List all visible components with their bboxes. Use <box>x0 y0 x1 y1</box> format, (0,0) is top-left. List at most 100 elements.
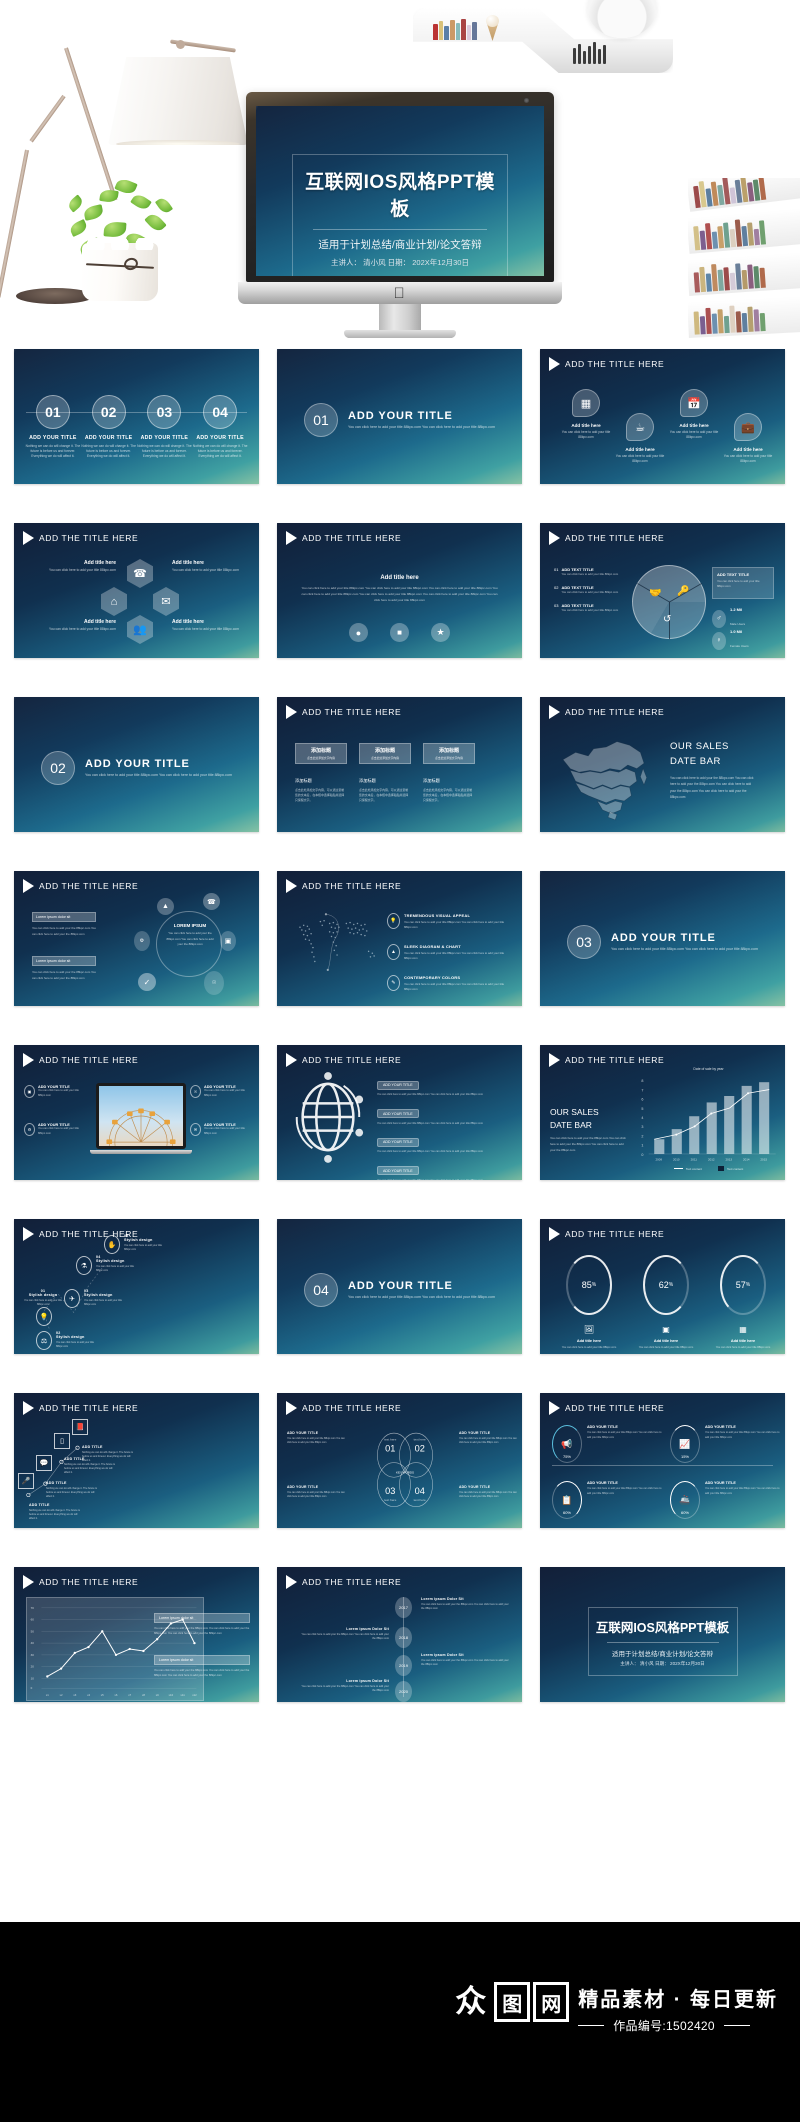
card-head: 添加标题 点击此处添加文字内容 <box>423 743 475 764</box>
slide-thumb-13[interactable]: ADD THE TITLE HERE ▣ ADD YOUR TITLE You … <box>10 1041 263 1184</box>
slide-thumb-8[interactable]: ADD THE TITLE HERE 添加标题 点击此处添加文字内容 添加标题 … <box>273 693 526 836</box>
card-title: 添加标题 <box>359 778 376 783</box>
slide-thumb-7[interactable]: 02 ADD YOUR TITLE You can click here to … <box>10 693 263 836</box>
pot-string <box>85 263 155 269</box>
hero-title: 互联网IOS风格PPT模板 <box>305 172 495 220</box>
section-text: You can click here to add your title 88k… <box>85 772 232 777</box>
slide-thumb-20[interactable]: ADD THE TITLE HERE 01 02 03 04 text here… <box>273 1389 526 1532</box>
step-item: 02 ADD YOUR TITLE Nothing we can do will… <box>81 395 137 459</box>
step-title: ADD YOUR TITLE <box>140 435 189 441</box>
drop-block: Add title here You can click here to add… <box>609 447 671 464</box>
slide-thumb-6[interactable]: ADD THE TITLE HERE 🤝 🔑 ↺ 01 ADD TEXT TIT… <box>536 519 789 662</box>
drop-block: Add title here You can click here to add… <box>555 423 617 440</box>
tl-head: Lorem ipsum Dolor Sit <box>421 1597 464 1601</box>
slide-thumb-3[interactable]: ADD THE TITLE HERE ▦ Add title here You … <box>536 345 789 488</box>
pct-text: You can click here to add your title 88k… <box>587 1487 662 1495</box>
step-text: You can click here to add your title 88k… <box>96 1265 134 1272</box>
slide-title-text: ADD THE TITLE HERE <box>39 1577 139 1587</box>
closing-divider <box>606 1642 719 1643</box>
rocket-icon: ✈ <box>64 1289 80 1308</box>
step-text: You can click here to add your title 88k… <box>124 1244 162 1251</box>
svg-text:2009: 2009 <box>656 1157 663 1161</box>
slide-thumb-4[interactable]: ADD THE TITLE HERE ☎ ⌂ ✉ 👥 Add title her… <box>10 519 263 662</box>
orbit-block: Lorem ipsum dolor sit You can click here… <box>32 956 96 981</box>
svg-text:5: 5 <box>641 1107 643 1111</box>
play-triangle-icon <box>549 1227 560 1241</box>
bulb-icon: 💡 <box>36 1307 52 1326</box>
slide-thumb-11[interactable]: ADD THE TITLE HERE 💡 TREMENDOUS VISUAL A… <box>273 867 526 1010</box>
slide-thumb-18[interactable]: ADD THE TITLE HERE 85% 🖼 Add title here … <box>536 1215 789 1358</box>
svg-text:x10: x10 <box>169 1693 174 1697</box>
pin-label: ADD TITLE <box>29 1503 50 1507</box>
legend-text: You can click here to add your title 88k… <box>561 572 619 576</box>
pct-value: 60% <box>562 1510 571 1515</box>
slide-thumb-10[interactable]: ADD THE TITLE HERE LOREM IPSUM You can c… <box>10 867 263 1010</box>
drop-label: Add title here <box>679 423 709 428</box>
timeline-node: 2017 <box>395 1597 412 1618</box>
ring-unit: % <box>591 1282 597 1288</box>
slide-thumb-16[interactable]: ADD THE TITLE HERE 💡 01 Stylish design Y… <box>10 1215 263 1358</box>
step-label: Stylish design <box>124 1238 153 1242</box>
card-head-title: 添加标题 <box>310 748 331 754</box>
card: 添加标题 点击此处添加文字内容 添加标题 点击此处添加文字内容，可以通过复制您的… <box>295 743 347 804</box>
svg-text:30: 30 <box>31 1653 35 1657</box>
slide-thumb-21[interactable]: ADD THE TITLE HERE 📢 75% ADD YOUR TITLE … <box>536 1389 789 1532</box>
side-text: You can click here to add your title 88k… <box>287 1437 345 1444</box>
slide-thumb-2[interactable]: 01 ADD YOUR TITLE You can click here to … <box>273 345 526 488</box>
note-text: You can click here to add your the 88kpc… <box>154 1669 250 1678</box>
svg-text:2010: 2010 <box>673 1157 680 1161</box>
brand-logo: 众 图 网 <box>455 1982 570 2022</box>
legend-num: 02 <box>554 584 559 590</box>
svg-text:2012: 2012 <box>708 1157 715 1161</box>
tl-text: You can click here to add your the 88kpc… <box>301 1633 389 1641</box>
rocket-icon: ▲ <box>387 944 400 960</box>
step-label: Stylish design <box>84 1293 113 1297</box>
svg-text:3: 3 <box>641 1125 643 1129</box>
timeline-node: 2020 <box>395 1681 412 1702</box>
slide-thumb-23[interactable]: ADD THE TITLE HERE 2017 Lorem ipsum Dolo… <box>273 1563 526 1706</box>
chart-icon: 📈 <box>679 1438 691 1449</box>
slide-thumb-1[interactable]: 01 ADD YOUR TITLE Nothing we can do will… <box>10 345 263 488</box>
pin-block: ADD TITLE Nothing we can do will change … <box>82 1445 134 1463</box>
step-text: Nothing we can do will change it. The fu… <box>137 444 192 458</box>
slide-title: ADD THE TITLE HERE <box>286 1053 401 1067</box>
closing-subtitle: 适用于计划总结/商业计划/论文答辩 <box>611 1651 714 1658</box>
section-title: ADD YOUR TITLE <box>348 1279 453 1292</box>
slide-thumb-15[interactable]: ADD THE TITLE HERE OUR SALES DATE BAR Yo… <box>536 1041 789 1184</box>
ring-unit: % <box>668 1282 674 1288</box>
pct-block: 🚢 60% ADD YOUR TITLE You can click here … <box>670 1481 782 1519</box>
slide-thumb-22[interactable]: ADD THE TITLE HERE 70 60 50 40 30 20 10 … <box>10 1563 263 1706</box>
slide-thumb-24[interactable]: 互联网IOS风格PPT模板 适用于计划总结/商业计划/论文答辩 主讲人： 清小风… <box>536 1563 789 1706</box>
imac-mockup: 互联网IOS风格PPT模板 适用于计划总结/商业计划/论文答辩 主讲人： 清小风… <box>238 92 562 338</box>
slide-thumb-14[interactable]: ADD THE TITLE HERE ADD YOUR TITLE You ca… <box>273 1041 526 1184</box>
slide-title-text: ADD THE TITLE HERE <box>302 1577 402 1587</box>
slide-title-text: ADD THE TITLE HERE <box>302 1403 402 1413</box>
slide-thumb-19[interactable]: ADD THE TITLE HERE 🎤 ADD TITLE Nothing w… <box>10 1389 263 1532</box>
card-head: 添加标题 点击此处添加文字内容 <box>359 743 411 764</box>
stat-value: 1.0 Mil <box>730 629 743 634</box>
pin-text: Nothing we can do will change it. The fu… <box>29 1509 80 1520</box>
side-text: You can click here to add your title 88k… <box>459 1491 517 1498</box>
slide-thumb-9[interactable]: ADD THE TITLE HERE OUR SALES DATE BAR Yo… <box>536 693 789 836</box>
side-text: You can click here to add your title 88k… <box>287 1491 345 1498</box>
slide-title-text: ADD THE TITLE HERE <box>302 533 402 543</box>
svg-text:8: 8 <box>641 1079 643 1083</box>
play-triangle-icon <box>549 1053 560 1067</box>
slide-title-text: ADD THE TITLE HERE <box>565 1403 665 1413</box>
legend-num: 01 <box>554 567 559 572</box>
megaphone-icon: 📢 <box>561 1438 573 1449</box>
thumbnail-row: ADD THE TITLE HERE 70 60 50 40 30 20 10 … <box>10 1563 790 1737</box>
hex-block: Add title here You can click here to add… <box>38 560 116 573</box>
item-text: You can click here to add your title 88k… <box>204 1127 245 1135</box>
orbit-text: You can click here to add your the 88kpc… <box>32 970 96 980</box>
play-triangle-icon <box>23 1053 34 1067</box>
handshake-icon: 🤝 <box>649 588 662 599</box>
lamp-pole <box>29 94 66 143</box>
slide-thumb-12[interactable]: 03 ADD YOUR TITLE You can click here to … <box>536 867 789 1010</box>
chart-note: Lorem ipsum dolor sit You can click here… <box>154 1613 250 1636</box>
step-text: You can click here to add your title 88k… <box>24 1299 62 1306</box>
slide-thumb-5[interactable]: ADD THE TITLE HERE Add title here You ca… <box>273 519 526 662</box>
slide-thumb-17[interactable]: 04 ADD YOUR TITLE You can click here to … <box>273 1215 526 1358</box>
chart-icon: ▣ <box>662 1325 670 1334</box>
step-item: 01 ADD YOUR TITLE Nothing we can do will… <box>25 395 81 459</box>
